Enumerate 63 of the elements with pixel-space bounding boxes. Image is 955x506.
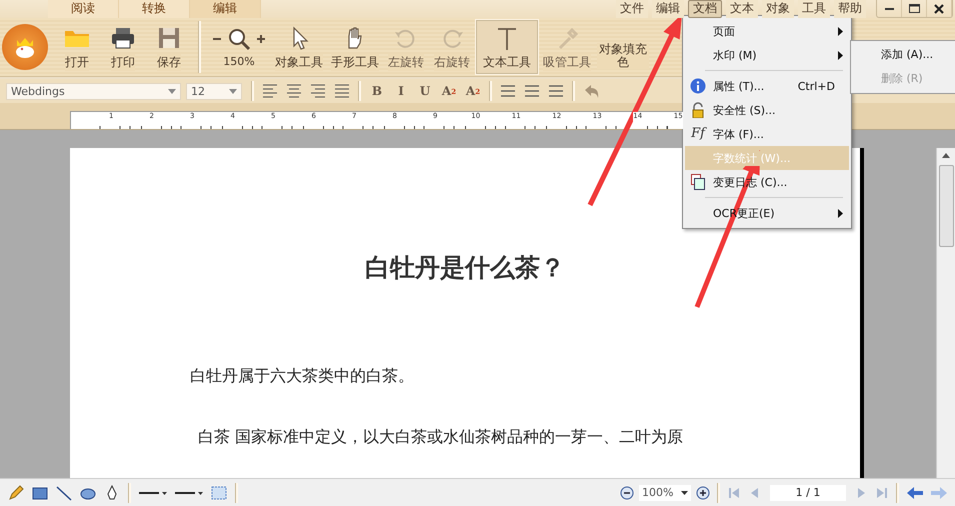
toolbar-button[interactable]: 对象填充色 [597,41,649,69]
info-icon [690,78,706,94]
submenu-arrow-icon [838,208,843,218]
toolbar-button[interactable]: 保存 [146,20,192,74]
line-icon[interactable] [55,484,73,502]
document-stack-icon [691,174,705,190]
dropdown-arrow-icon [168,88,176,94]
menu-option[interactable]: 添加 (A)... [851,43,955,67]
scroll-thumb[interactable] [938,165,954,247]
plus-icon[interactable] [257,34,265,42]
paragraph: 白茶 国家标准中定义，以大白茶或水仙茶树品种的一芽一、二叶为原 [198,427,684,448]
menu-item[interactable]: 帮助 [834,0,866,18]
menu-item[interactable]: 对象 [762,0,794,18]
pencil-icon[interactable] [7,484,25,502]
font-size-dropdown[interactable]: 12 [186,82,242,100]
zoom-out-icon[interactable] [620,486,634,500]
menu-item[interactable]: 文档 [688,0,722,18]
menu-option[interactable]: 属性 (T)... Ctrl+D [685,74,849,98]
menu-item[interactable]: 文本 [726,0,758,18]
font-dropdown[interactable]: Webdings [6,82,181,100]
page-number-field[interactable]: 1 / 1 [770,484,846,500]
app-logo[interactable] [2,24,48,70]
search-icon[interactable] [227,26,251,50]
padlock-icon [690,102,706,118]
document-title: 白牡丹是什么茶？ [364,252,566,284]
menu-option[interactable]: 页面 [685,19,849,43]
zoom-dropdown[interactable]: 100% [639,484,691,500]
menu-item[interactable]: 编辑 [652,0,684,18]
align-center-icon [285,82,303,100]
scroll-up-icon[interactable] [942,153,950,158]
align-left-icon [261,82,279,100]
menu-item[interactable]: 工具 [798,0,830,18]
selection-icon[interactable] [210,484,228,502]
ribbon-tab[interactable]: 转换 [119,0,190,18]
minus-icon[interactable] [213,38,221,40]
font-glyph: Ff [691,126,705,142]
ribbon-tab[interactable]: 阅读 [48,0,119,18]
toolbar-button[interactable]: 文本工具 [475,19,539,75]
format-button[interactable]: I [391,81,411,101]
zoom-in-icon[interactable] [696,486,710,500]
menu-option[interactable]: 水印 (M) [685,43,849,67]
align-right-icon [309,82,327,100]
vertical-scrollbar[interactable] [936,148,955,478]
ribbon-tab[interactable]: 编辑 [190,0,261,18]
dropdown-arrow-icon [681,490,688,494]
dropdown-arrow-icon [229,88,237,94]
zoom-level: 150% [223,54,255,68]
toolbar-button[interactable]: 对象工具 [271,20,327,74]
format-button[interactable]: U [415,81,435,101]
toolbar-button[interactable]: 手形工具 [327,20,383,74]
format-button[interactable]: A$^{2}$ [439,81,459,101]
toolbar-button[interactable]: 打开 [54,20,100,74]
menu-item[interactable]: 文件 [616,0,648,18]
submenu-arrow-icon [838,50,843,60]
minimize-icon [884,8,894,10]
submenu-arrow-icon [838,26,843,36]
back-icon[interactable] [906,486,924,500]
toolbar-button[interactable]: 打印 [100,20,146,74]
format-button[interactable]: B [367,81,387,101]
justify-icon [333,82,351,100]
close-icon [934,4,944,14]
paragraph: 白牡丹属于六大茶类中的白茶。 [190,366,415,387]
maximize-icon [908,4,920,13]
